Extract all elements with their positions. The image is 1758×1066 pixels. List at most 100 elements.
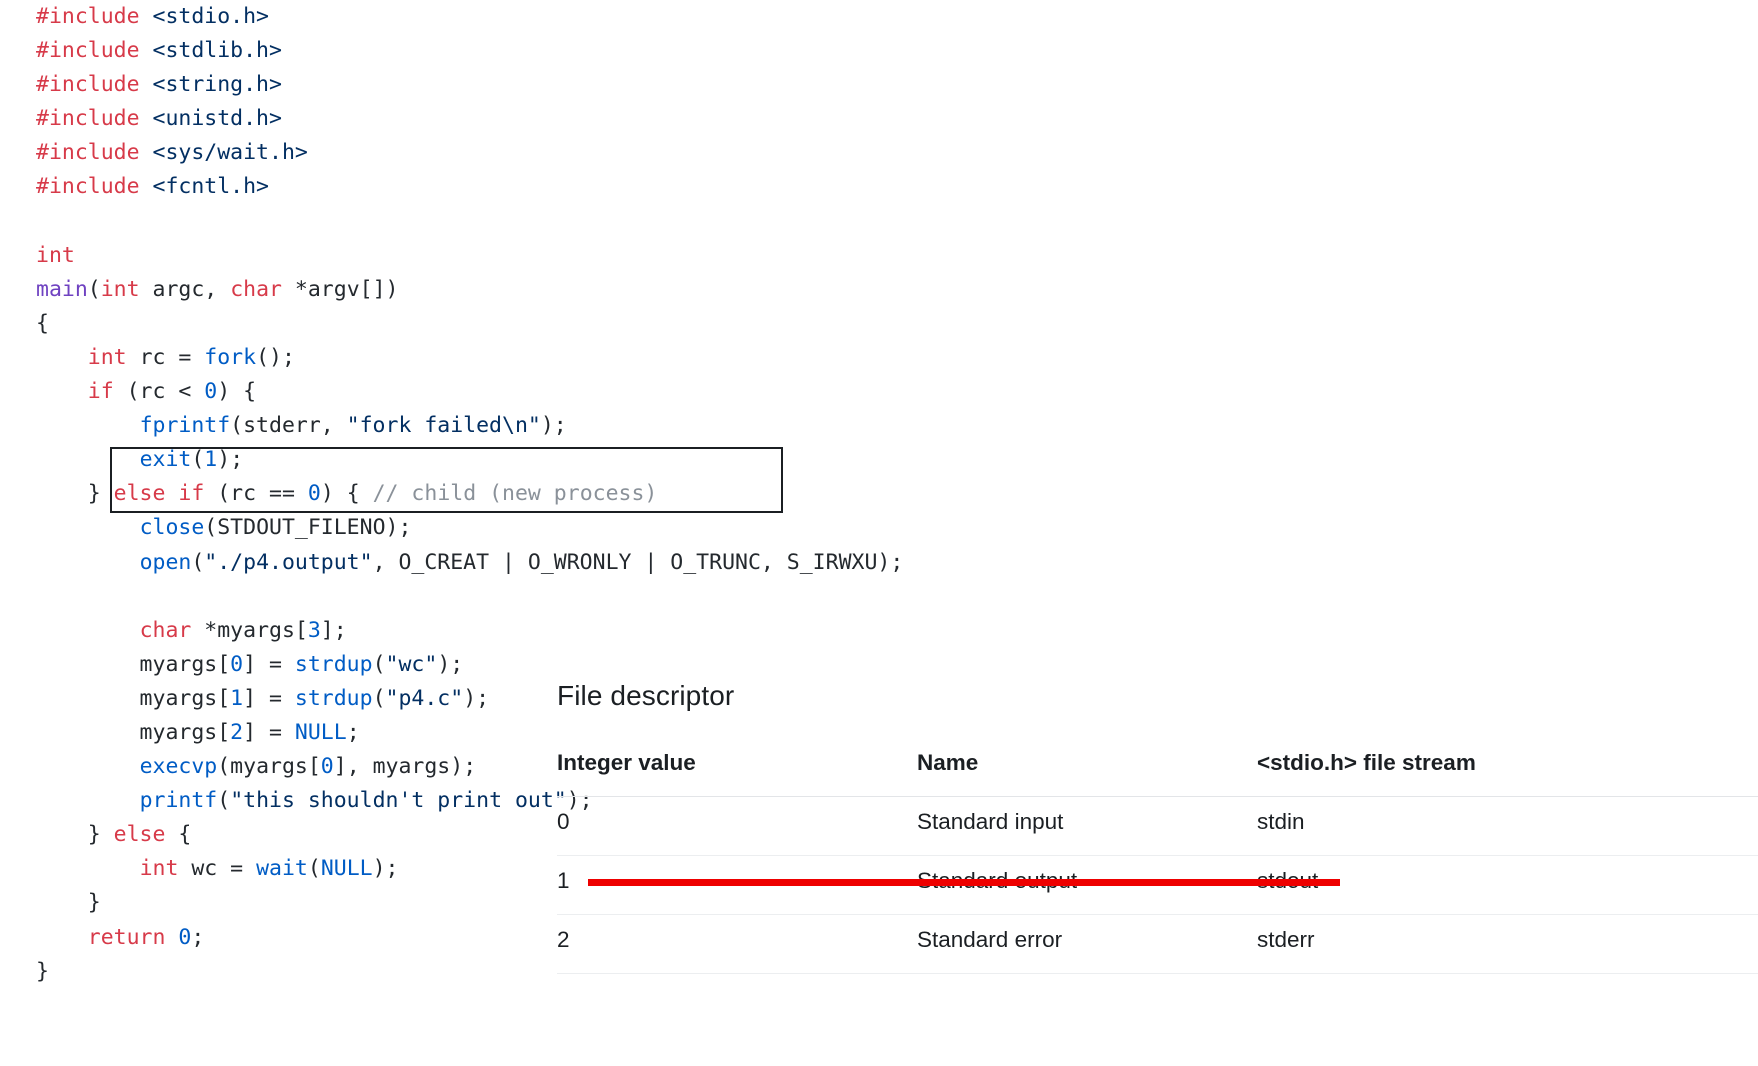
code-token: printf: [139, 788, 218, 814]
code-line: #include <string.h>: [0, 68, 900, 102]
code-token: (: [217, 788, 231, 814]
code-token: NULL: [320, 856, 373, 882]
code-token: ;: [346, 719, 360, 745]
code-token: char: [230, 276, 282, 302]
column-header-integer-value: Integer value: [557, 750, 917, 797]
code-line: char *myargs[3];: [0, 614, 900, 648]
code-token: ) {: [217, 379, 257, 405]
code-token: #include: [36, 38, 153, 64]
cell-file-stream: stderr: [1257, 914, 1758, 974]
code-token: }: [36, 481, 114, 507]
code-token: fprintf: [139, 413, 231, 439]
code-token: , O_CREAT | O_WRONLY | O_TRUNC, S_IRWXU)…: [372, 549, 904, 575]
code-token: rc =: [126, 344, 205, 370]
code-token: 0: [320, 754, 334, 780]
code-token: int: [36, 242, 75, 268]
code-token: "p4.c": [385, 685, 464, 711]
code-token: (rc <: [113, 379, 205, 405]
file-descriptor-heading: File descriptor: [557, 680, 735, 711]
code-token: main: [36, 276, 88, 302]
table-row: 0 Standard input stdin: [557, 796, 1758, 856]
code-token: );: [437, 651, 464, 677]
code-token: open: [139, 549, 192, 575]
code-token: 1: [230, 685, 244, 711]
code-token: <sys/wait.h>: [152, 140, 308, 166]
code-token: #include: [36, 4, 153, 29]
code-token: #include: [36, 72, 153, 98]
column-header-file-stream: <stdio.h> file stream: [1257, 750, 1758, 797]
cell-integer-value: 2: [557, 914, 917, 974]
code-token: {: [36, 310, 49, 336]
code-token: NULL: [294, 719, 347, 745]
code-token: (rc ==: [204, 481, 308, 507]
code-token: myargs[: [36, 685, 231, 711]
code-token: );: [463, 685, 490, 711]
code-token: myargs[: [36, 719, 231, 745]
code-line: #include <fcntl.h>: [0, 170, 900, 204]
code-token: (: [307, 856, 321, 882]
code-token: 0: [204, 379, 218, 405]
code-token: argc,: [139, 276, 231, 302]
code-token: myargs[: [36, 651, 231, 677]
code-token: // child (new process): [372, 481, 658, 507]
code-token: );: [540, 413, 567, 439]
code-token: 3: [307, 617, 321, 643]
code-token: ];: [320, 617, 347, 643]
code-token: }: [36, 890, 101, 916]
code-token: }: [36, 958, 49, 984]
code-token: int: [100, 276, 140, 302]
code-token: (: [191, 549, 205, 575]
code-token: <unistd.h>: [152, 106, 282, 132]
code-token: 1: [204, 447, 218, 473]
cell-file-stream: stdin: [1257, 796, 1758, 856]
code-token: ], myargs);: [333, 754, 477, 780]
code-token: 2: [230, 719, 244, 745]
code-line: {: [0, 307, 900, 341]
stdout-red-underline-annotation: [588, 879, 1340, 886]
code-token: char: [139, 617, 192, 643]
code-line: int: [0, 239, 900, 273]
code-line: #include <sys/wait.h>: [0, 136, 900, 170]
code-token: else: [113, 822, 166, 848]
code-line: } else if (rc == 0) { // child (new proc…: [0, 477, 900, 511]
cell-integer-value: 0: [557, 796, 917, 856]
code-line: close(STDOUT_FILENO);: [0, 511, 900, 545]
code-token: exit: [139, 447, 192, 473]
code-token: #include: [36, 140, 153, 166]
code-token: (myargs[: [217, 754, 321, 780]
table-row: 2 Standard error stderr: [557, 914, 1758, 974]
code-token: ] =: [243, 719, 295, 745]
code-token: ) {: [320, 481, 373, 507]
code-line: open("./p4.output", O_CREAT | O_WRONLY |…: [0, 546, 904, 580]
code-token: 0: [307, 481, 321, 507]
column-header-name: Name: [917, 750, 1257, 797]
file-descriptor-panel: File descriptor Integer value Name <stdi…: [557, 680, 1758, 974]
code-line: exit(1);: [0, 443, 900, 477]
file-descriptor-table: Integer value Name <stdio.h> file stream…: [557, 750, 1758, 974]
code-token: close: [139, 515, 205, 541]
code-token: );: [217, 447, 244, 473]
code-token: execvp: [139, 754, 218, 780]
code-token: *argv[]): [281, 276, 399, 302]
code-token: if: [178, 481, 205, 507]
code-line: if (rc < 0) {: [0, 375, 900, 409]
cell-name: Standard input: [917, 796, 1257, 856]
code-token: return: [87, 924, 166, 950]
code-token: (: [191, 447, 205, 473]
code-token: wait: [256, 856, 308, 882]
code-token: {: [165, 822, 192, 848]
code-token: "fork failed\n": [346, 413, 541, 439]
code-token: "this shouldn't print out": [230, 788, 567, 814]
table-header: Integer value Name <stdio.h> file stream: [557, 750, 1758, 797]
code-line: #include <unistd.h>: [0, 102, 900, 136]
code-token: ;: [191, 924, 205, 950]
code-token: <stdio.h>: [152, 4, 270, 29]
code-token: );: [372, 856, 399, 882]
code-token: fork: [204, 344, 257, 370]
